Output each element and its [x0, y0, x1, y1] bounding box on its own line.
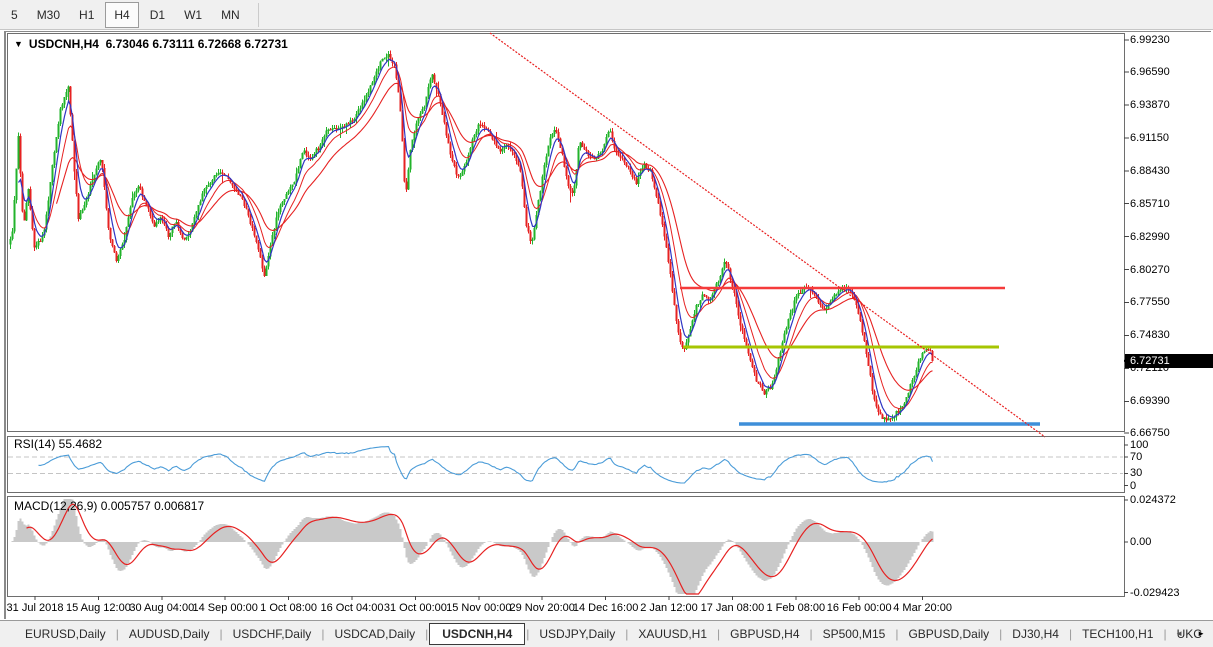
tab-xauusd-h1[interactable]: XAUUSD,H1: [629, 623, 716, 645]
chart-title: ▼ USDCNH,H4 6.73046 6.73111 6.72668 6.727…: [14, 37, 288, 51]
date-tick-label: 1 Feb 08:00: [766, 602, 825, 614]
price-tick-label: 6.88430: [1130, 165, 1170, 177]
date-tick-label: 30 Aug 04:00: [129, 602, 194, 614]
macd-tick-label: 0.024372: [1130, 494, 1176, 506]
price-tick-label: 6.66750: [1130, 427, 1170, 439]
price-tick-label: 6.69390: [1130, 395, 1170, 407]
macd-tick-label: -0.029423: [1130, 587, 1180, 599]
date-tick-label: 15 Aug 12:00: [66, 602, 131, 614]
rsi-indicator-label: RSI(14) 55.4682: [14, 437, 102, 451]
date-tick-label: 17 Jan 08:00: [701, 602, 765, 614]
date-tick-label: 2 Jan 12:00: [640, 602, 698, 614]
chart-symbol: USDCNH,H4: [29, 37, 99, 51]
price-tick-label: 6.85710: [1130, 198, 1170, 210]
date-tick-label: 31 Jul 2018: [7, 602, 64, 614]
date-tick-label: 29 Nov 20:00: [509, 602, 574, 614]
rsi-tick-label: 70: [1130, 451, 1142, 463]
date-tick-label: 16 Feb 00:00: [827, 602, 892, 614]
chart-ohlc: 6.73046 6.73111 6.72668 6.72731: [106, 37, 288, 51]
symbol-tabbar: ◄ ► EURUSD,Daily|AUDUSD,Daily|USDCHF,Dai…: [0, 620, 1213, 647]
rsi-tick-label: 0: [1130, 480, 1136, 492]
rsi-tick-label: 30: [1130, 467, 1142, 479]
tab-usdchf-daily[interactable]: USDCHF,Daily: [224, 623, 321, 645]
tab-usdcnh-h4[interactable]: USDCNH,H4: [429, 623, 525, 645]
price-tick-label: 6.74830: [1130, 329, 1170, 341]
price-tick-label: 6.99230: [1130, 34, 1170, 46]
tab-dj30-h4[interactable]: DJ30,H4: [1003, 623, 1068, 645]
date-tick-label: 14 Dec 16:00: [573, 602, 638, 614]
chevron-down-icon[interactable]: ▼: [14, 39, 23, 49]
tab-scroll-right-icon[interactable]: ►: [1197, 629, 1205, 638]
macd-tick-label: 0.00: [1130, 536, 1151, 548]
date-tick-label: 1 Oct 08:00: [260, 602, 317, 614]
tab-tech100-h1[interactable]: TECH100,H1: [1073, 623, 1162, 645]
price-tick-label: 6.77550: [1130, 296, 1170, 308]
rsi-tick-label: 100: [1130, 439, 1148, 451]
date-tick-label: 31 Oct 00:00: [384, 602, 447, 614]
price-tick-label: 6.80270: [1130, 264, 1170, 276]
price-tick-label: 6.82990: [1130, 231, 1170, 243]
date-tick-label: 4 Mar 20:00: [893, 602, 952, 614]
tab-usdcad-daily[interactable]: USDCAD,Daily: [325, 623, 424, 645]
tab-gbpusd-daily[interactable]: GBPUSD,Daily: [899, 623, 998, 645]
macd-indicator-label: MACD(12,26,9) 0.005757 0.006817: [14, 499, 204, 513]
chart-canvas[interactable]: [0, 0, 1213, 647]
current-price-tag: 6.72731: [1125, 354, 1213, 368]
date-tick-label: 15 Nov 00:00: [446, 602, 511, 614]
tab-sp500-m15[interactable]: SP500,M15: [814, 623, 895, 645]
tab-usdjpy-daily[interactable]: USDJPY,Daily: [530, 623, 624, 645]
tab-gbpusd-h4[interactable]: GBPUSD,H4: [721, 623, 808, 645]
date-tick-label: 16 Oct 04:00: [321, 602, 384, 614]
tab-audusd-daily[interactable]: AUDUSD,Daily: [120, 623, 219, 645]
date-tick-label: 14 Sep 00:00: [192, 602, 257, 614]
price-tick-label: 6.96590: [1130, 66, 1170, 78]
price-tick-label: 6.93870: [1130, 99, 1170, 111]
tab-eurusd-daily[interactable]: EURUSD,Daily: [16, 623, 115, 645]
tab-scroll-left-icon[interactable]: ◄: [1175, 629, 1183, 638]
price-tick-label: 6.91150: [1130, 132, 1169, 144]
